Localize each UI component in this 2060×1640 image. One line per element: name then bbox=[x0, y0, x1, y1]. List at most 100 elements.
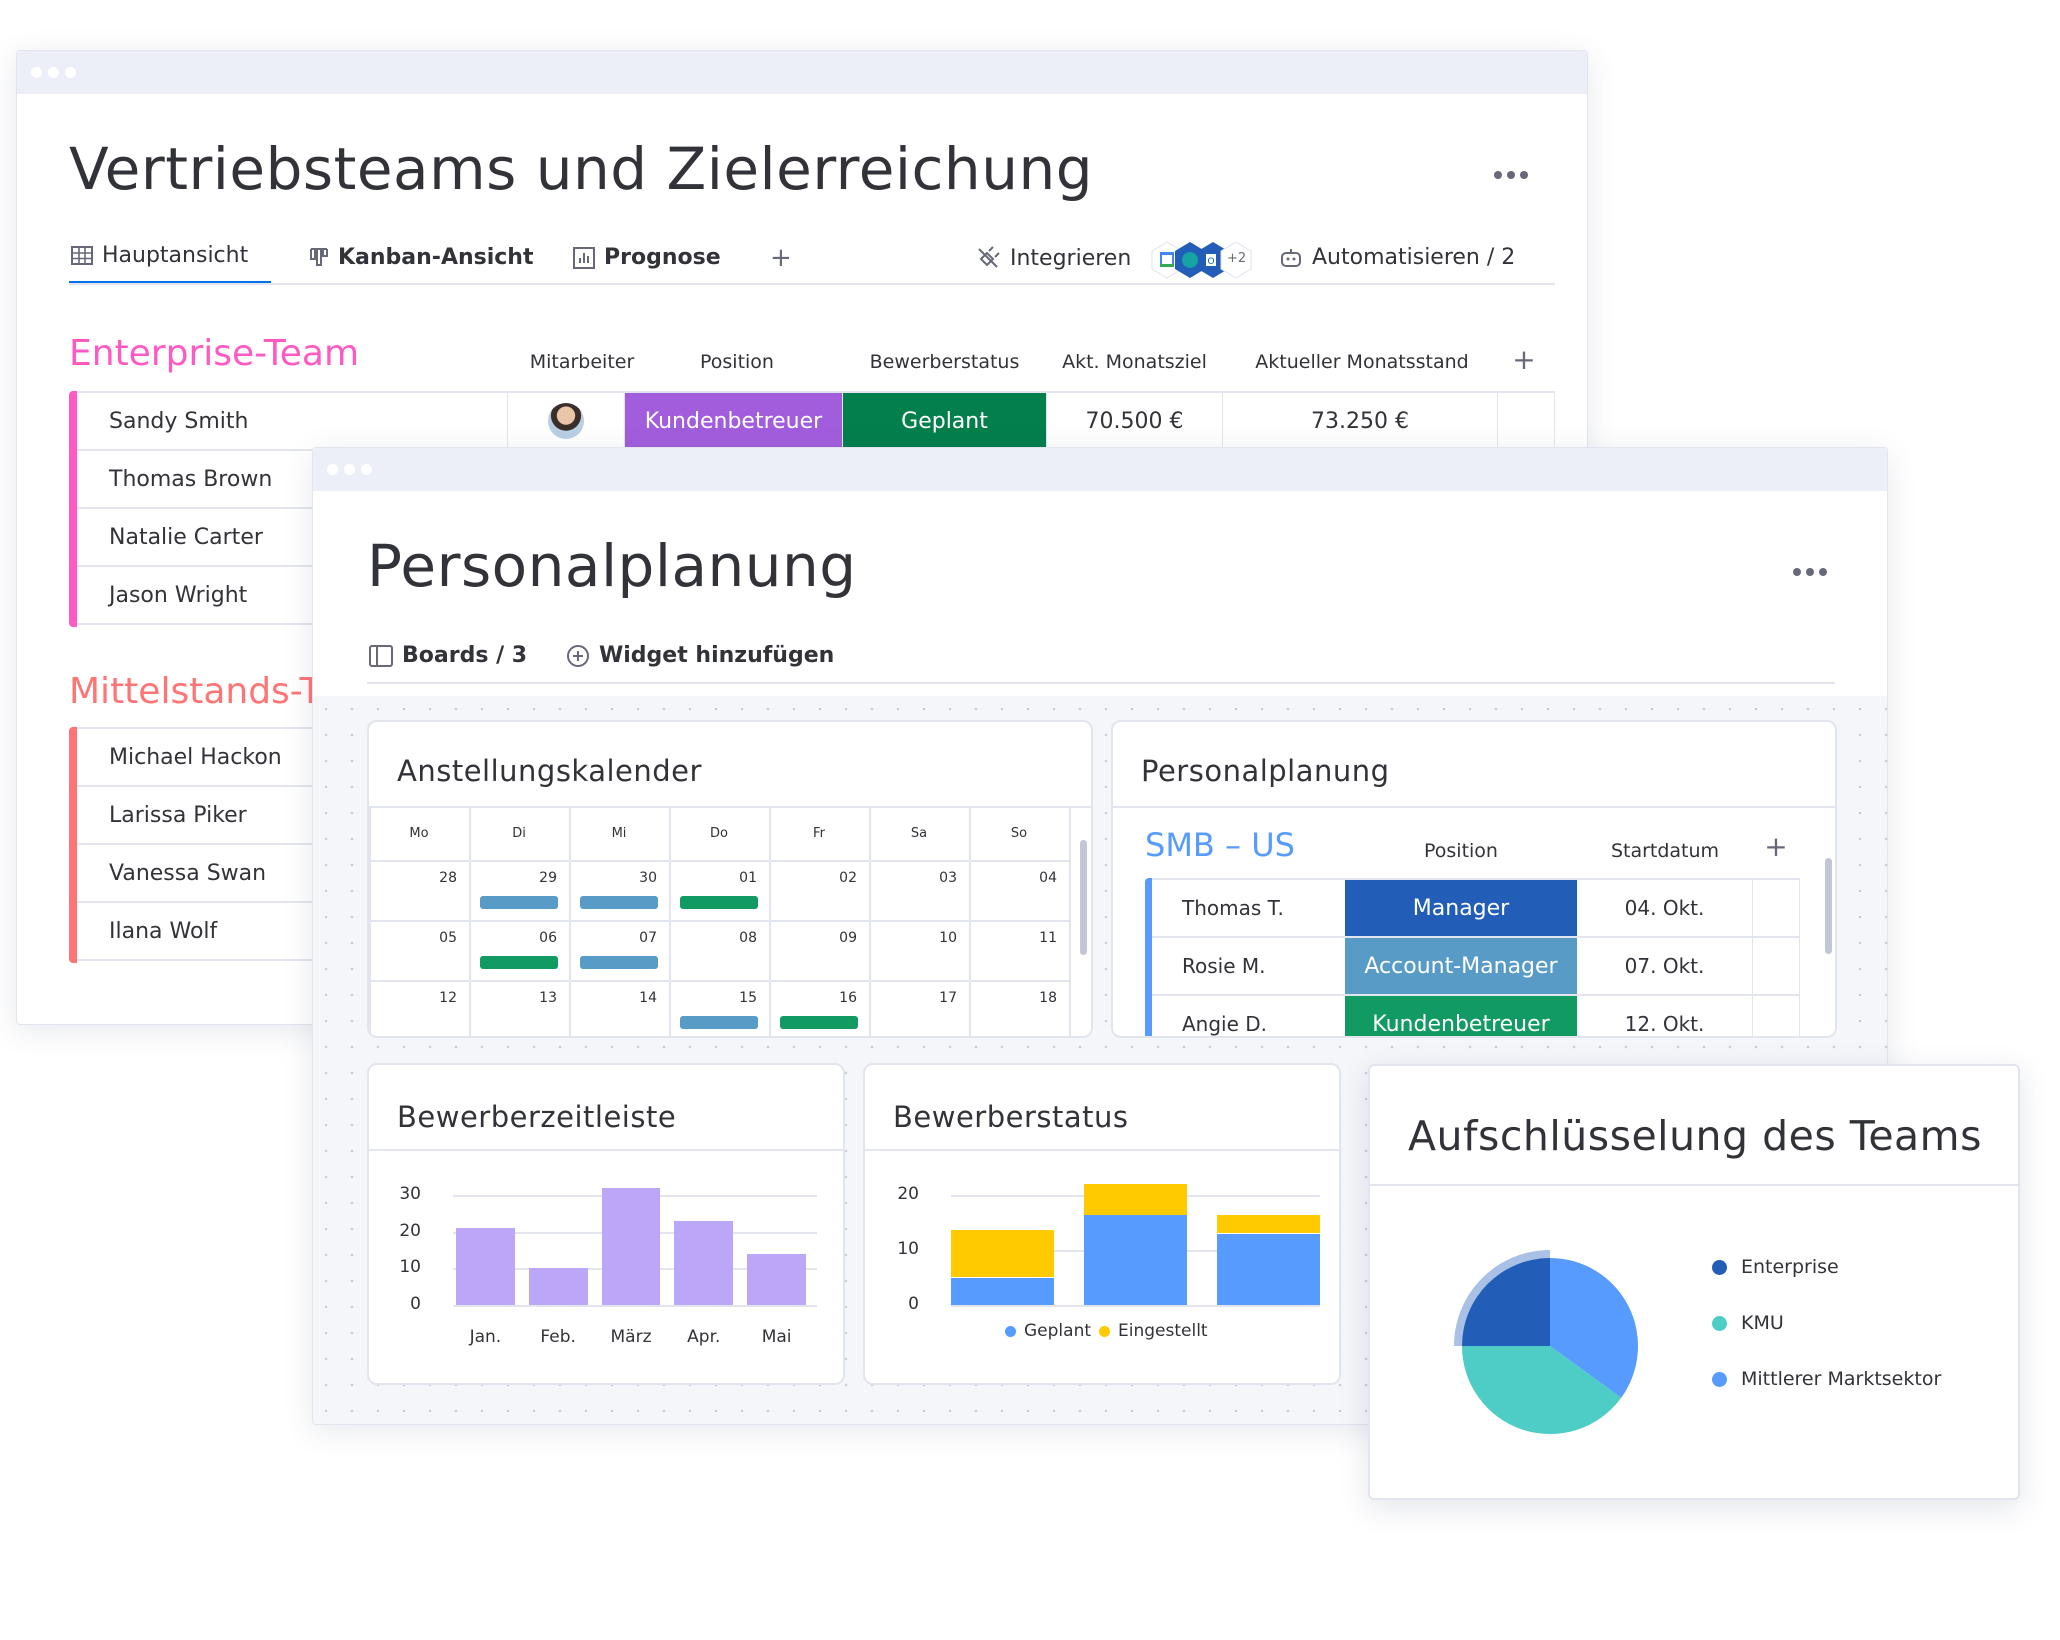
tab-hauptansicht[interactable]: Hauptansicht bbox=[71, 243, 248, 268]
start-date-cell[interactable]: 12. Okt. bbox=[1577, 996, 1753, 1036]
calendar-grid: Mo Di Mi Do Fr Sa So 28 29 30 01 02 03 04 05 06 07 08 09 10… bbox=[369, 808, 1071, 1036]
start-date-cell[interactable]: 07. Okt. bbox=[1577, 938, 1753, 994]
empty-cell[interactable] bbox=[1498, 393, 1555, 449]
calendar-day[interactable]: 30 bbox=[569, 870, 657, 886]
empty-cell[interactable] bbox=[1753, 996, 1800, 1036]
add-column-button[interactable]: + bbox=[1509, 343, 1539, 376]
status-cell[interactable]: Geplant bbox=[843, 393, 1047, 449]
calendar-day[interactable]: 29 bbox=[469, 870, 557, 886]
position-cell[interactable]: Kundenbetreuer bbox=[1345, 996, 1577, 1036]
column-header-monatsziel[interactable]: Akt. Monatsziel bbox=[1047, 351, 1222, 373]
table-row[interactable]: Thomas T. Manager 04. Okt. bbox=[1152, 880, 1800, 938]
start-date-cell[interactable]: 04. Okt. bbox=[1577, 880, 1753, 936]
column-header-startdatum[interactable]: Startdatum bbox=[1577, 840, 1753, 862]
calendar-event[interactable] bbox=[580, 956, 658, 969]
table-row[interactable]: Rosie M. Account-Manager 07. Okt. bbox=[1152, 938, 1800, 996]
bar[interactable] bbox=[674, 1220, 734, 1305]
more-options-icon[interactable] bbox=[1494, 171, 1528, 179]
bar-segment-eingestellt[interactable] bbox=[951, 1229, 1054, 1278]
calendar-event[interactable] bbox=[680, 1016, 758, 1029]
empty-cell[interactable] bbox=[1753, 880, 1800, 936]
bar-segment-geplant[interactable] bbox=[951, 1277, 1054, 1305]
empty-cell[interactable] bbox=[1753, 938, 1800, 994]
group-color-bar bbox=[1145, 878, 1152, 1036]
row-name: Vanessa Swan bbox=[109, 860, 267, 886]
calendar-day[interactable]: 15 bbox=[669, 990, 757, 1006]
calendar-event[interactable] bbox=[680, 896, 758, 909]
calendar-day[interactable]: 04 bbox=[969, 870, 1057, 886]
calendar-day[interactable]: 28 bbox=[369, 870, 457, 886]
status-chart-widget: Bewerberstatus 0 10 20 Geplant Eingestellt bbox=[863, 1063, 1341, 1385]
bar-segment-eingestellt[interactable] bbox=[1217, 1215, 1320, 1234]
legend-item[interactable]: Geplant bbox=[1005, 1321, 1091, 1341]
more-options-icon[interactable] bbox=[1793, 568, 1827, 576]
group-title-mittelstand[interactable]: Mittelstands-T bbox=[69, 671, 321, 712]
person-cell[interactable] bbox=[507, 393, 625, 449]
calendar-day[interactable]: 11 bbox=[969, 930, 1057, 946]
bar[interactable] bbox=[528, 1268, 588, 1305]
calendar-event[interactable] bbox=[780, 1016, 858, 1029]
calendar-day[interactable]: 10 bbox=[869, 930, 957, 946]
group-title-smb-us[interactable]: SMB – US bbox=[1145, 826, 1295, 864]
calendar-day[interactable]: 17 bbox=[869, 990, 957, 1006]
integrate-button[interactable]: Integrieren bbox=[975, 245, 1131, 271]
boards-button[interactable]: Boards / 3 bbox=[369, 643, 527, 668]
more-integrations-count: +2 bbox=[1227, 251, 1247, 266]
calendar-day[interactable]: 18 bbox=[969, 990, 1057, 1006]
calendar-scrollbar[interactable] bbox=[1080, 840, 1087, 955]
tab-kanban[interactable]: Kanban-Ansicht bbox=[309, 245, 534, 270]
automate-button[interactable]: Automatisieren / 2 bbox=[1279, 245, 1515, 270]
calendar-event[interactable] bbox=[480, 896, 558, 909]
table-row[interactable]: Angie D. Kundenbetreuer 12. Okt. bbox=[1152, 996, 1800, 1036]
add-widget-button[interactable]: Widget hinzufügen bbox=[566, 643, 834, 668]
goal-cell[interactable]: 70.500 € bbox=[1047, 393, 1223, 449]
bar[interactable] bbox=[601, 1187, 661, 1305]
window-controls[interactable] bbox=[31, 67, 76, 78]
calendar-day[interactable]: 07 bbox=[569, 930, 657, 946]
calendar-day[interactable]: 09 bbox=[769, 930, 857, 946]
legend-item[interactable]: Enterprise bbox=[1712, 1256, 1839, 1278]
column-header-position[interactable]: Position bbox=[1345, 840, 1577, 862]
add-view-button[interactable]: + bbox=[770, 243, 792, 273]
current-cell[interactable]: 73.250 € bbox=[1223, 393, 1498, 449]
legend-item[interactable]: Eingestellt bbox=[1099, 1321, 1208, 1341]
calendar-day[interactable]: 12 bbox=[369, 990, 457, 1006]
calendar-day[interactable]: 03 bbox=[869, 870, 957, 886]
calendar-day[interactable]: 16 bbox=[769, 990, 857, 1006]
calendar-event[interactable] bbox=[580, 896, 658, 909]
automate-label: Automatisieren / 2 bbox=[1312, 245, 1516, 270]
planning-scrollbar[interactable] bbox=[1825, 858, 1832, 954]
column-header-monatsstand[interactable]: Aktueller Monatsstand bbox=[1222, 351, 1502, 373]
calendar-widget: Anstellungskalender Mo Di Mi Do Fr Sa So 28 29 30… bbox=[367, 720, 1093, 1038]
calendar-day[interactable]: 05 bbox=[369, 930, 457, 946]
gridline bbox=[453, 1305, 817, 1307]
bar-segment-geplant[interactable] bbox=[1084, 1215, 1187, 1305]
calendar-day[interactable]: 02 bbox=[769, 870, 857, 886]
calendar-event[interactable] bbox=[480, 956, 558, 969]
legend-item[interactable]: Mittlerer Marktsektor bbox=[1712, 1368, 1941, 1390]
position-cell[interactable]: Account-Manager bbox=[1345, 938, 1577, 994]
legend-item[interactable]: KMU bbox=[1712, 1312, 1784, 1334]
chart-legend: Geplant Eingestellt bbox=[1005, 1321, 1208, 1341]
calendar-day[interactable]: 13 bbox=[469, 990, 557, 1006]
column-header-bewerberstatus[interactable]: Bewerberstatus bbox=[842, 351, 1047, 373]
bar[interactable] bbox=[747, 1253, 806, 1305]
bar-segment-eingestellt[interactable] bbox=[1084, 1184, 1187, 1216]
tab-prognose[interactable]: Prognose bbox=[573, 245, 721, 270]
calendar-day[interactable]: 14 bbox=[569, 990, 657, 1006]
calendar-day[interactable]: 08 bbox=[669, 930, 757, 946]
position-cell[interactable]: Manager bbox=[1345, 880, 1577, 936]
window-controls[interactable] bbox=[327, 464, 372, 475]
integration-icons[interactable]: O +2 bbox=[1150, 240, 1270, 280]
position-cell[interactable]: Kundenbetreuer bbox=[625, 393, 843, 449]
row-name: Larissa Piker bbox=[109, 802, 247, 828]
calendar-day[interactable]: 01 bbox=[669, 870, 757, 886]
add-column-button[interactable]: + bbox=[1761, 830, 1791, 863]
bar-segment-geplant[interactable] bbox=[1217, 1233, 1320, 1305]
bar[interactable] bbox=[456, 1228, 515, 1305]
board-title: Vertriebsteams und Zielerreichung bbox=[69, 135, 1094, 203]
column-header-position[interactable]: Position bbox=[627, 351, 847, 373]
pie-slice-enterprise[interactable] bbox=[1462, 1258, 1550, 1346]
group-title-enterprise[interactable]: Enterprise-Team bbox=[69, 333, 359, 374]
calendar-day[interactable]: 06 bbox=[469, 930, 557, 946]
